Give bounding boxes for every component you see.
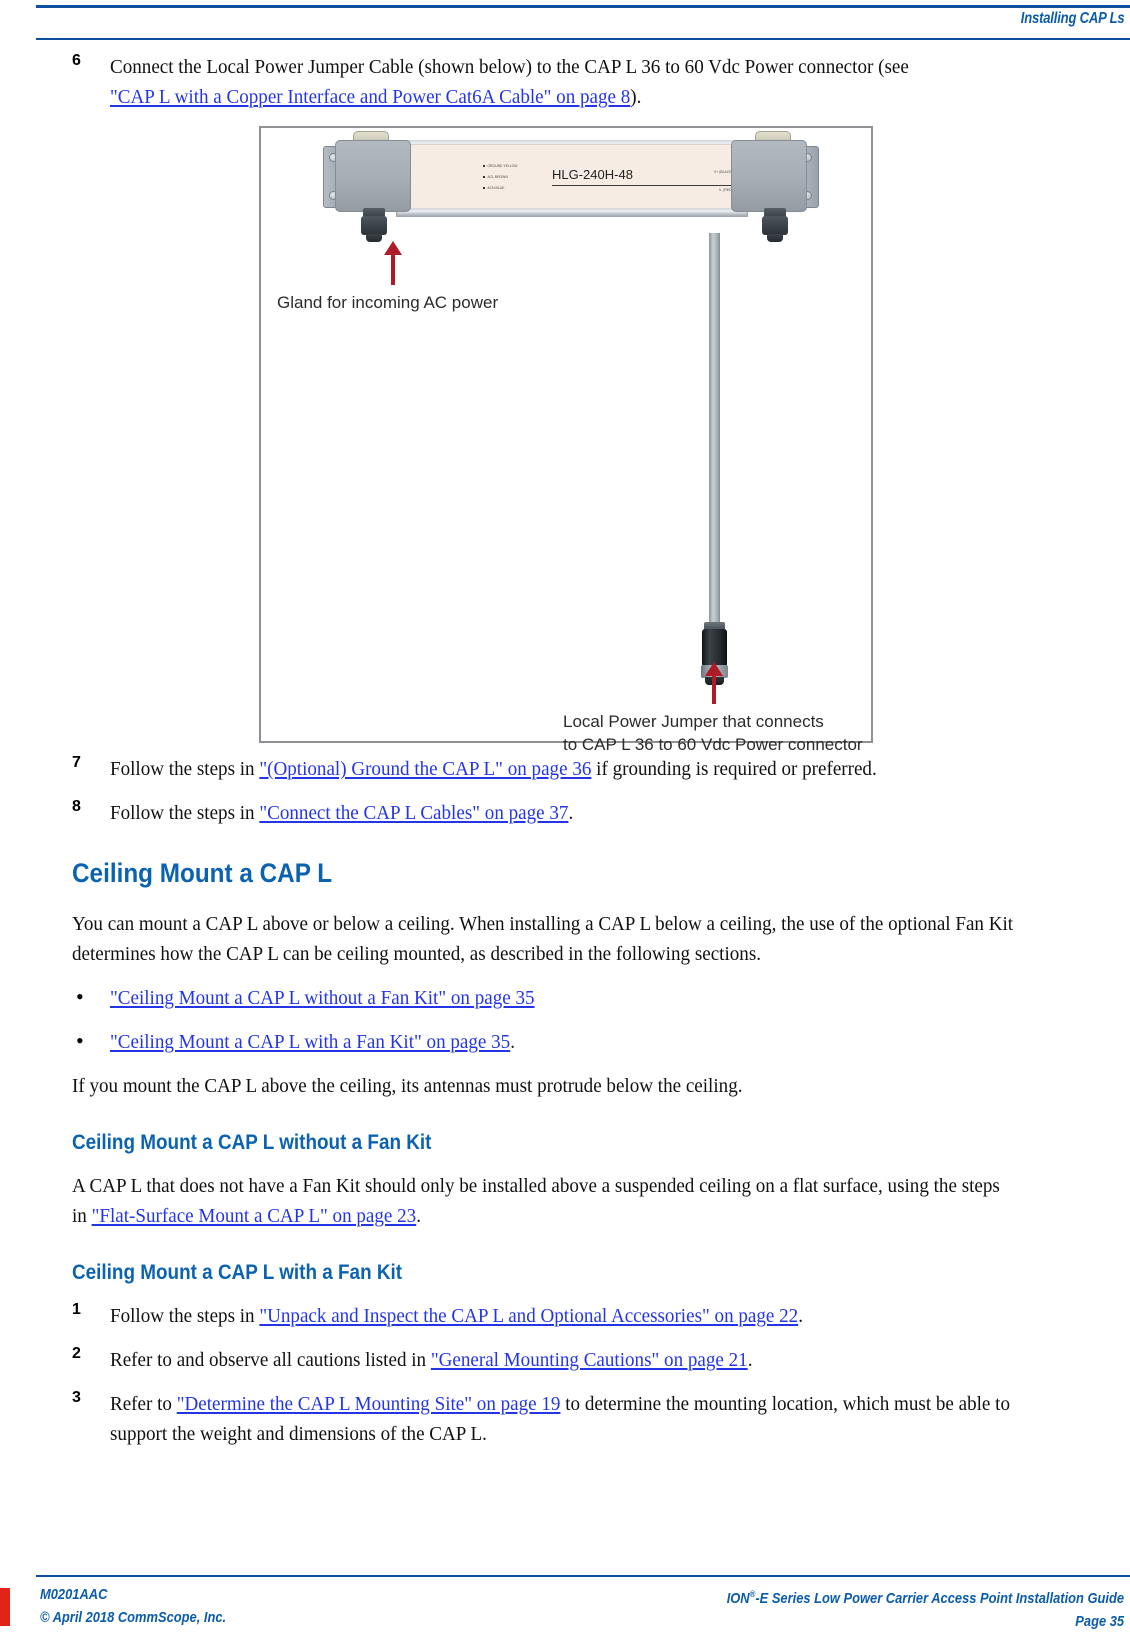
step-text-post: . bbox=[747, 1349, 753, 1371]
step-text-pre: Follow the steps in bbox=[110, 758, 260, 780]
psu-input-wire-legend: GROUND YELLOW ACL BROWN ACN BLUE bbox=[483, 161, 553, 194]
gland-body bbox=[361, 216, 387, 235]
step-text-post: . bbox=[798, 1305, 803, 1327]
cross-reference-link[interactable]: "(Optional) Ground the CAP L" on page 36 bbox=[259, 758, 591, 780]
footer-guide-title-post: -E Series Low Power Carrier Access Point… bbox=[755, 1590, 1124, 1607]
arrow-shaft bbox=[712, 674, 716, 704]
step-number: 1 bbox=[72, 1301, 81, 1318]
psu-input-label: GROUND YELLOW bbox=[483, 161, 553, 172]
step-number: 8 bbox=[72, 798, 81, 815]
psu-heatsink-rail-bottom bbox=[396, 208, 748, 217]
bullet-content: "Ceiling Mount a CAP L without a Fan Kit… bbox=[110, 983, 1021, 1013]
callout-arrow-up-icon bbox=[705, 662, 723, 704]
header-top-rule bbox=[36, 5, 1130, 8]
step-number: 2 bbox=[72, 1345, 81, 1362]
step-text: Follow the steps in "Unpack and Inspect … bbox=[110, 1301, 1021, 1331]
footer-left-block: M0201AAC © April 2018 CommScope, Inc. bbox=[40, 1583, 226, 1629]
step-item: 7 Follow the steps in "(Optional) Ground… bbox=[0, 754, 1130, 784]
step-item: 1 Follow the steps in "Unpack and Inspec… bbox=[0, 1301, 1130, 1331]
running-header-title: Installing CAP Ls bbox=[1020, 10, 1124, 27]
step-text: Follow the steps in "Connect the CAP L C… bbox=[110, 798, 1021, 828]
figure-border: GROUND YELLOW ACL BROWN ACN BLUE HLG-240… bbox=[259, 126, 873, 754]
step-item: 6 Connect the Local Power Jumper Cable (… bbox=[0, 52, 1130, 112]
footer-accent-tab bbox=[0, 1588, 10, 1626]
section-intro-paragraph: You can mount a CAP L above or below a c… bbox=[72, 909, 1090, 969]
list-item: "Ceiling Mount a CAP L without a Fan Kit… bbox=[76, 982, 1090, 1013]
cable-gland-left bbox=[361, 208, 387, 242]
callout-jumper-line1: Local Power Jumper that connects bbox=[563, 712, 824, 731]
cross-reference-link[interactable]: "General Mounting Cautions" on page 21 bbox=[431, 1349, 748, 1371]
step-text-pre: Follow the steps in bbox=[110, 1305, 260, 1327]
psu-body: GROUND YELLOW ACL BROWN ACN BLUE HLG-240… bbox=[396, 144, 746, 216]
step-text-post: . bbox=[568, 802, 574, 824]
page-footer: M0201AAC © April 2018 CommScope, Inc. IO… bbox=[0, 1533, 1130, 1633]
page-header: Installing CAP Ls bbox=[0, 0, 1130, 52]
cross-reference-link[interactable]: "Connect the CAP L Cables" on page 37 bbox=[259, 802, 568, 824]
footer-guide-title-pre: ION bbox=[726, 1590, 750, 1607]
cross-reference-link[interactable]: "Ceiling Mount a CAP L without a Fan Kit… bbox=[110, 987, 535, 1009]
header-bottom-rule bbox=[36, 38, 1130, 40]
junction-box-housing bbox=[335, 140, 411, 212]
cable-gland-right bbox=[762, 208, 788, 242]
callout-gland-label: Gland for incoming AC power bbox=[277, 293, 499, 312]
footer-copyright: © April 2018 CommScope, Inc. bbox=[40, 1609, 227, 1626]
subsection-heading-without-fan-kit: Ceiling Mount a CAP L without a Fan Kit bbox=[72, 1131, 432, 1154]
paragraph-post: . bbox=[416, 1205, 421, 1227]
section-note-text: If you mount the CAP L above the ceiling… bbox=[72, 1075, 743, 1097]
local-power-jumper-cable bbox=[709, 233, 720, 625]
gland-body bbox=[762, 216, 788, 235]
step-text-pre: Follow the steps in bbox=[110, 802, 260, 824]
figure-local-power-jumper: GROUND YELLOW ACL BROWN ACN BLUE HLG-240… bbox=[0, 126, 1130, 754]
list-item: "Ceiling Mount a CAP L with a Fan Kit" o… bbox=[76, 1026, 1090, 1057]
section-note-paragraph: If you mount the CAP L above the ceiling… bbox=[72, 1071, 1090, 1101]
cross-reference-link[interactable]: "CAP L with a Copper Interface and Power… bbox=[110, 86, 630, 108]
section-intro-text: You can mount a CAP L above or below a c… bbox=[72, 913, 1014, 965]
psu-input-label: ACL BROWN bbox=[483, 172, 553, 183]
subsection-heading-with-fan-kit: Ceiling Mount a CAP L with a Fan Kit bbox=[72, 1261, 403, 1284]
footer-guide-title: ION®-E Series Low Power Carrier Access P… bbox=[727, 1583, 1124, 1610]
junction-box-right bbox=[726, 131, 821, 242]
footer-right-block: ION®-E Series Low Power Carrier Access P… bbox=[727, 1583, 1124, 1633]
step-text: Refer to and observe all cautions listed… bbox=[110, 1345, 1021, 1375]
step-number: 6 bbox=[72, 52, 81, 69]
footer-top-rule bbox=[36, 1575, 1130, 1577]
arrow-shaft bbox=[391, 253, 395, 285]
psu-input-label: ACN BLUE bbox=[483, 183, 553, 194]
step-number: 3 bbox=[72, 1389, 81, 1406]
bullet-content: "Ceiling Mount a CAP L with a Fan Kit" o… bbox=[110, 1027, 1021, 1057]
step-item: 8 Follow the steps in "Connect the CAP L… bbox=[0, 798, 1130, 828]
step-item: 2 Refer to and observe all cautions list… bbox=[0, 1345, 1130, 1375]
subsection-without-fan-paragraph: A CAP L that does not have a Fan Kit sho… bbox=[72, 1171, 1090, 1231]
gland-tip bbox=[366, 234, 382, 242]
step-text-post: if grounding is required or preferred. bbox=[591, 758, 877, 780]
cross-reference-link[interactable]: "Unpack and Inspect the CAP L and Option… bbox=[259, 1305, 798, 1327]
bullet-post: . bbox=[510, 1031, 515, 1053]
step-text: Connect the Local Power Jumper Cable (sh… bbox=[110, 52, 1021, 112]
gland-tip bbox=[767, 234, 783, 242]
footer-doc-number: M0201AAC bbox=[40, 1586, 108, 1603]
subsection-without-fan-text: A CAP L that does not have a Fan Kit sho… bbox=[72, 1171, 1019, 1231]
power-supply-assembly: GROUND YELLOW ACL BROWN ACN BLUE HLG-240… bbox=[321, 131, 821, 242]
cross-reference-link[interactable]: "Ceiling Mount a CAP L with a Fan Kit" o… bbox=[110, 1031, 510, 1053]
step-text: Follow the steps in "(Optional) Ground t… bbox=[110, 754, 1021, 784]
step-text-line2-post: ). bbox=[630, 86, 642, 108]
junction-box-left bbox=[321, 131, 416, 242]
callout-arrow-up-icon bbox=[384, 241, 402, 285]
step-item: 3 Refer to "Determine the CAP L Mounting… bbox=[0, 1389, 1130, 1449]
step-text-pre: Refer to bbox=[110, 1393, 177, 1415]
step-text-pre: Refer to and observe all cautions listed… bbox=[110, 1349, 431, 1371]
step-text: Refer to "Determine the CAP L Mounting S… bbox=[110, 1389, 1021, 1449]
cross-reference-link[interactable]: "Determine the CAP L Mounting Site" on p… bbox=[177, 1393, 561, 1415]
step-text-line1: Connect the Local Power Jumper Cable (sh… bbox=[110, 56, 909, 78]
page-content: 6 Connect the Local Power Jumper Cable (… bbox=[0, 52, 1130, 1453]
section-heading-ceiling-mount: Ceiling Mount a CAP L bbox=[72, 858, 333, 888]
callout-jumper-line2: to CAP L 36 to 60 Vdc Power connector bbox=[563, 735, 863, 754]
step-number: 7 bbox=[72, 754, 81, 771]
cross-reference-link[interactable]: "Flat-Surface Mount a CAP L" on page 23 bbox=[92, 1205, 417, 1227]
footer-page-number: Page 35 bbox=[1075, 1613, 1124, 1630]
junction-box-housing bbox=[731, 140, 807, 212]
